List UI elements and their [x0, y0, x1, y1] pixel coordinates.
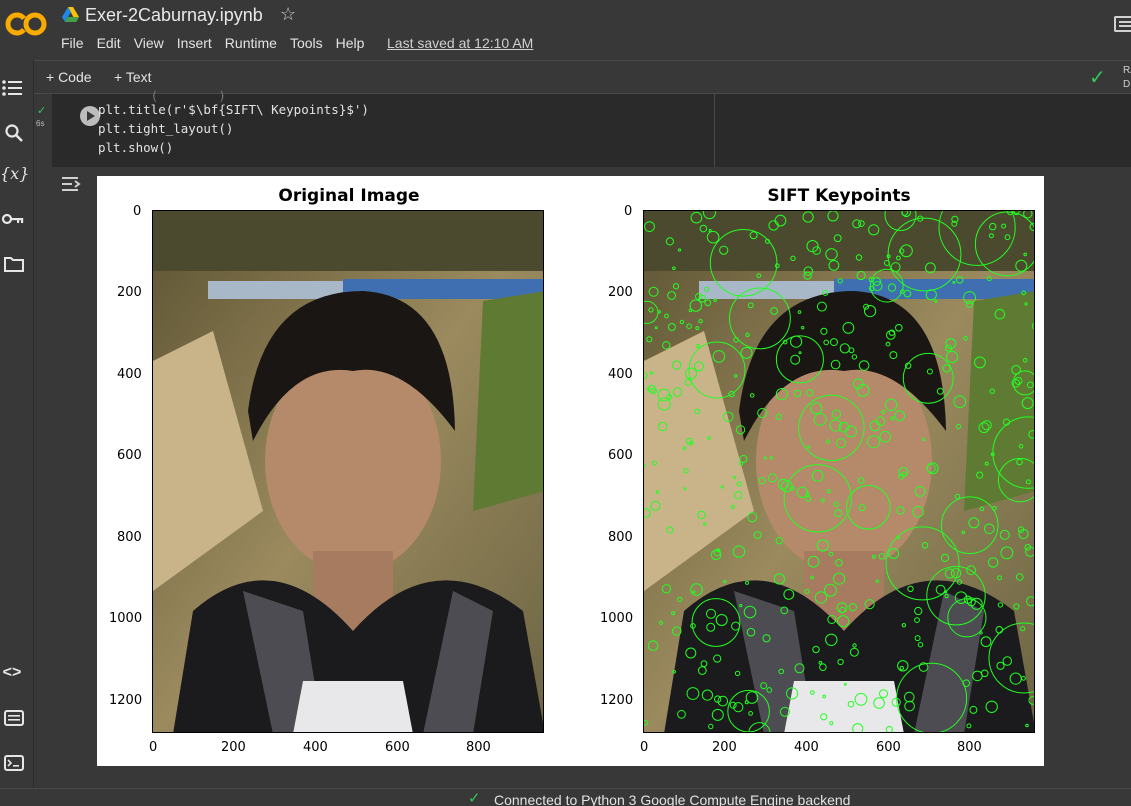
folder-icon[interactable] — [2, 256, 26, 272]
colab-window: Exer-2Caburnay.ipynb ☆ File Edit View In… — [0, 0, 1131, 806]
notebook-title[interactable]: Exer-2Caburnay.ipynb — [85, 5, 263, 26]
editor-divider — [714, 94, 715, 167]
menu-help[interactable]: Help — [336, 35, 365, 51]
menu-view[interactable]: View — [134, 35, 164, 51]
key-icon[interactable] — [1, 212, 25, 226]
menu-insert[interactable]: Insert — [177, 35, 212, 51]
left-ytick: 0 — [133, 204, 142, 219]
status-check-icon: ✓ — [468, 790, 481, 806]
left-ytick: 400 — [117, 367, 142, 382]
right-ytick: 1000 — [600, 611, 634, 626]
left-ytick: 1000 — [109, 611, 143, 626]
disk-label: D — [1123, 79, 1131, 90]
right-xtick: 200 — [712, 740, 737, 755]
right-ytick: 1200 — [600, 693, 634, 708]
left-xtick: 0 — [149, 740, 158, 755]
left-xtick: 800 — [466, 740, 491, 755]
left-xtick: 400 — [303, 740, 328, 755]
menu-runtime[interactable]: Runtime — [225, 35, 277, 51]
drive-icon — [62, 7, 79, 22]
status-bar: ✓ Connected to Python 3 Google Compute E… — [0, 788, 1131, 806]
right-axes-title: SIFT Keypoints — [767, 186, 911, 206]
ram-disk-indicator[interactable]: RA D — [1123, 64, 1131, 92]
menu-edit[interactable]: Edit — [97, 35, 121, 51]
code-cell[interactable]: ✓ 6s ( ) plt.title(r'$\bf{SIFT\ Keypoint… — [34, 88, 1131, 170]
code-line-1: plt.title(r'$\bf{SIFT\ Keypoints}$') — [98, 102, 369, 117]
connected-check-icon[interactable]: ✓ — [1089, 65, 1106, 90]
left-xtick: 600 — [385, 740, 410, 755]
menu-tools[interactable]: Tools — [290, 35, 323, 51]
comment-icon[interactable] — [1114, 16, 1131, 32]
right-xtick: 400 — [794, 740, 819, 755]
right-ytick: 200 — [608, 285, 633, 300]
code-snippets-icon[interactable]: <> — [0, 664, 24, 682]
right-ytick: 0 — [624, 204, 633, 219]
figure-output: Original Image 0 200 400 600 800 1000 12… — [97, 176, 1044, 766]
star-icon[interactable]: ☆ — [280, 4, 296, 25]
header: Exer-2Caburnay.ipynb ☆ File Edit View In… — [0, 0, 1131, 60]
search-icon[interactable] — [2, 123, 26, 143]
output-actions-icon[interactable] — [60, 176, 84, 192]
left-xtick: 200 — [221, 740, 246, 755]
original-image — [152, 210, 544, 733]
cell-success-check-icon: ✓ — [37, 105, 47, 117]
left-ytick: 1200 — [109, 693, 143, 708]
add-text-button[interactable]: + Text — [114, 69, 152, 85]
code-editor[interactable]: ( ) plt.title(r'$\bf{SIFT\ Keypoints}$')… — [52, 88, 1131, 167]
command-palette-icon[interactable] — [2, 710, 26, 726]
cell-exec-time: 6s — [36, 119, 45, 128]
menu-file[interactable]: File — [61, 35, 84, 51]
variables-icon[interactable]: {x} — [0, 164, 29, 183]
run-cell-button[interactable] — [80, 106, 100, 126]
menu-bar: File Edit View Insert Runtime Tools Help — [61, 35, 377, 51]
left-ytick: 200 — [117, 285, 142, 300]
left-ytick: 600 — [117, 448, 142, 463]
left-sidebar: {x} <> — [0, 60, 34, 788]
code-line-2: plt.tight_layout() — [98, 121, 234, 136]
right-xtick: 0 — [640, 740, 649, 755]
right-xtick: 800 — [957, 740, 982, 755]
right-xtick: 600 — [876, 740, 901, 755]
left-axes-title: Original Image — [278, 186, 420, 206]
colab-logo[interactable] — [4, 10, 48, 38]
code-line-partial: ( ) — [98, 88, 226, 103]
status-text[interactable]: Connected to Python 3 Google Compute Eng… — [494, 792, 850, 806]
sift-keypoints-image — [643, 210, 1035, 733]
cell-gutter: ✓ 6s — [34, 94, 52, 170]
last-saved-link[interactable]: Last saved at 12:10 AM — [387, 35, 533, 51]
ram-label: RA — [1123, 65, 1131, 76]
toc-icon[interactable] — [1, 80, 25, 96]
terminal-icon[interactable] — [2, 755, 26, 771]
right-ytick: 800 — [608, 530, 633, 545]
right-ytick: 600 — [608, 448, 633, 463]
right-ytick: 400 — [608, 367, 633, 382]
add-code-button[interactable]: + Code — [46, 69, 92, 85]
code-line-3: plt.show() — [98, 140, 174, 155]
left-ytick: 800 — [117, 530, 142, 545]
